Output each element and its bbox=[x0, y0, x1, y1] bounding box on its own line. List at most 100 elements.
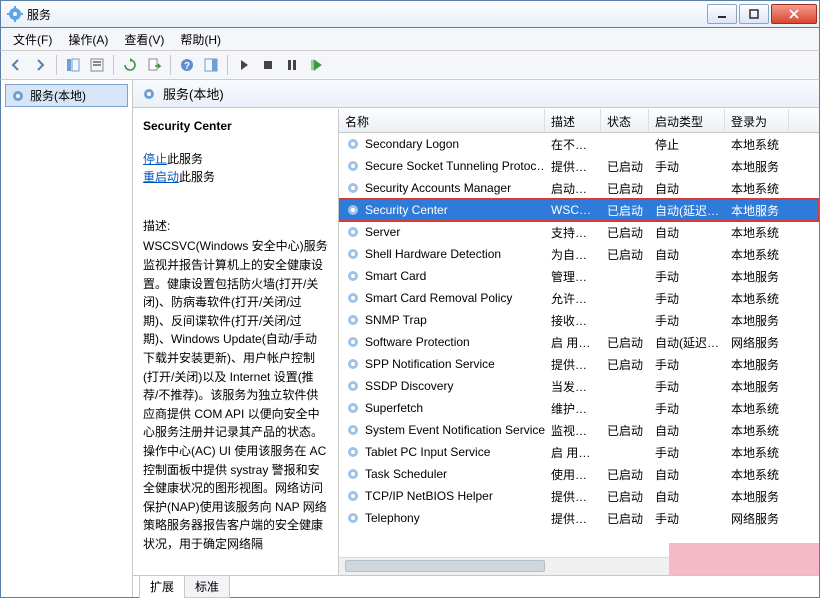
gear-icon bbox=[345, 202, 361, 218]
console-tree[interactable]: 服务(本地) bbox=[1, 80, 133, 597]
minimize-button[interactable] bbox=[707, 4, 737, 24]
gear-icon bbox=[345, 422, 361, 438]
gear-icon bbox=[345, 444, 361, 460]
service-row[interactable]: Telephony提供…已启动手动网络服务 bbox=[339, 507, 819, 529]
restart-service-button[interactable] bbox=[305, 54, 327, 76]
services-app-icon bbox=[7, 6, 23, 22]
cell-name: Secondary Logon bbox=[339, 136, 545, 152]
cell-logon: 本地服务 bbox=[725, 356, 789, 373]
service-row[interactable]: Tablet PC Input Service启 用…手动本地系统 bbox=[339, 441, 819, 463]
show-hide-tree-button[interactable] bbox=[62, 54, 84, 76]
description-label: 描述: bbox=[143, 217, 328, 236]
cell-name: Server bbox=[339, 224, 545, 240]
service-row[interactable]: SSDP Discovery当发…手动本地服务 bbox=[339, 375, 819, 397]
decorative-overlay bbox=[669, 543, 819, 575]
cell-start: 手动 bbox=[649, 268, 725, 285]
service-row[interactable]: Smart Card管理…手动本地服务 bbox=[339, 265, 819, 287]
tab-standard[interactable]: 标准 bbox=[184, 576, 230, 598]
service-row[interactable]: SPP Notification Service提供…已启动手动本地服务 bbox=[339, 353, 819, 375]
col-name[interactable]: 名称 bbox=[339, 109, 545, 132]
pause-service-button[interactable] bbox=[281, 54, 303, 76]
maximize-button[interactable] bbox=[739, 4, 769, 24]
service-row[interactable]: Secure Socket Tunneling Protoc…提供…已启动手动本… bbox=[339, 155, 819, 177]
selected-service-name: Security Center bbox=[143, 117, 328, 136]
cell-state: 已启动 bbox=[601, 246, 649, 263]
toolbar: ? bbox=[0, 50, 820, 80]
service-row[interactable]: Smart Card Removal Policy允许…手动本地系统 bbox=[339, 287, 819, 309]
col-logon[interactable]: 登录为 bbox=[725, 109, 789, 132]
service-row[interactable]: Secondary Logon在不…停止本地系统 bbox=[339, 133, 819, 155]
column-headers: 名称 描述 状态 启动类型 登录为 bbox=[339, 109, 819, 133]
client-area: 服务(本地) 服务(本地) Security Center 停止此服务 重启动此… bbox=[0, 80, 820, 598]
toolbar-separator bbox=[227, 55, 228, 75]
gear-icon bbox=[345, 334, 361, 350]
cell-name: Smart Card Removal Policy bbox=[339, 290, 545, 306]
menu-view[interactable]: 查看(V) bbox=[116, 29, 172, 50]
cell-name: System Event Notification Service bbox=[339, 422, 545, 438]
menu-help[interactable]: 帮助(H) bbox=[172, 29, 229, 50]
tree-node-services-local[interactable]: 服务(本地) bbox=[5, 84, 128, 107]
window-title: 服务 bbox=[27, 6, 705, 23]
cell-start: 停止 bbox=[649, 136, 725, 153]
cell-start: 自动 bbox=[649, 422, 725, 439]
service-row[interactable]: SNMP Trap接收…手动本地服务 bbox=[339, 309, 819, 331]
cell-name: Shell Hardware Detection bbox=[339, 246, 545, 262]
gear-icon bbox=[345, 356, 361, 372]
service-row[interactable]: Software Protection启 用…已启动自动(延迟…网络服务 bbox=[339, 331, 819, 353]
col-desc[interactable]: 描述 bbox=[545, 109, 601, 132]
cell-start: 自动(延迟… bbox=[649, 202, 725, 219]
refresh-button[interactable] bbox=[119, 54, 141, 76]
cell-state: 已启动 bbox=[601, 356, 649, 373]
cell-start: 手动 bbox=[649, 510, 725, 527]
gear-icon bbox=[345, 466, 361, 482]
stop-service-link[interactable]: 停止 bbox=[143, 152, 167, 166]
service-rows[interactable]: Secondary Logon在不…停止本地系统Secure Socket Tu… bbox=[339, 133, 819, 557]
service-row[interactable]: Task Scheduler使用…已启动自动本地系统 bbox=[339, 463, 819, 485]
close-button[interactable] bbox=[771, 4, 817, 24]
cell-logon: 本地系统 bbox=[725, 224, 789, 241]
properties-button[interactable] bbox=[86, 54, 108, 76]
cell-name: Security Center bbox=[339, 202, 545, 218]
tree-node-label: 服务(本地) bbox=[30, 87, 86, 104]
cell-start: 手动 bbox=[649, 444, 725, 461]
service-row[interactable]: Superfetch维护…手动本地系统 bbox=[339, 397, 819, 419]
cell-desc: 管理… bbox=[545, 268, 601, 285]
cell-state: 已启动 bbox=[601, 466, 649, 483]
cell-start: 自动 bbox=[649, 224, 725, 241]
gear-icon bbox=[10, 88, 26, 104]
title-bar: 服务 bbox=[0, 0, 820, 28]
cell-name: SSDP Discovery bbox=[339, 378, 545, 394]
toolbar-separator bbox=[113, 55, 114, 75]
cell-logon: 本地系统 bbox=[725, 136, 789, 153]
cell-logon: 本地系统 bbox=[725, 400, 789, 417]
view-tabs: 扩展 标准 bbox=[133, 575, 819, 597]
service-row[interactable]: Security Accounts Manager启动…已启动自动本地系统 bbox=[339, 177, 819, 199]
start-service-button[interactable] bbox=[233, 54, 255, 76]
tab-extended[interactable]: 扩展 bbox=[139, 576, 185, 598]
menu-action[interactable]: 操作(A) bbox=[60, 29, 116, 50]
panel-title: 服务(本地) bbox=[163, 84, 224, 103]
help-button[interactable]: ? bbox=[176, 54, 198, 76]
col-state[interactable]: 状态 bbox=[601, 109, 649, 132]
menu-file[interactable]: 文件(F) bbox=[5, 29, 60, 50]
col-start[interactable]: 启动类型 bbox=[649, 109, 725, 132]
cell-state: 已启动 bbox=[601, 224, 649, 241]
service-row[interactable]: TCP/IP NetBIOS Helper提供…已启动自动本地服务 bbox=[339, 485, 819, 507]
export-list-button[interactable] bbox=[143, 54, 165, 76]
gear-icon bbox=[345, 224, 361, 240]
service-row[interactable]: Security CenterWSC…已启动自动(延迟…本地服务 bbox=[339, 199, 819, 221]
panel-header: 服务(本地) bbox=[133, 80, 819, 108]
cell-logon: 网络服务 bbox=[725, 510, 789, 527]
gear-icon bbox=[345, 246, 361, 262]
stop-service-button[interactable] bbox=[257, 54, 279, 76]
service-row[interactable]: System Event Notification Service监视…已启动自… bbox=[339, 419, 819, 441]
restart-service-link[interactable]: 重启动 bbox=[143, 170, 179, 184]
back-button[interactable] bbox=[5, 54, 27, 76]
service-row[interactable]: Shell Hardware Detection为自…已启动自动本地系统 bbox=[339, 243, 819, 265]
action-pane-button[interactable] bbox=[200, 54, 222, 76]
cell-state: 已启动 bbox=[601, 180, 649, 197]
forward-button[interactable] bbox=[29, 54, 51, 76]
service-row[interactable]: Server支持…已启动自动本地系统 bbox=[339, 221, 819, 243]
scrollbar-thumb[interactable] bbox=[345, 560, 545, 572]
cell-name: SPP Notification Service bbox=[339, 356, 545, 372]
